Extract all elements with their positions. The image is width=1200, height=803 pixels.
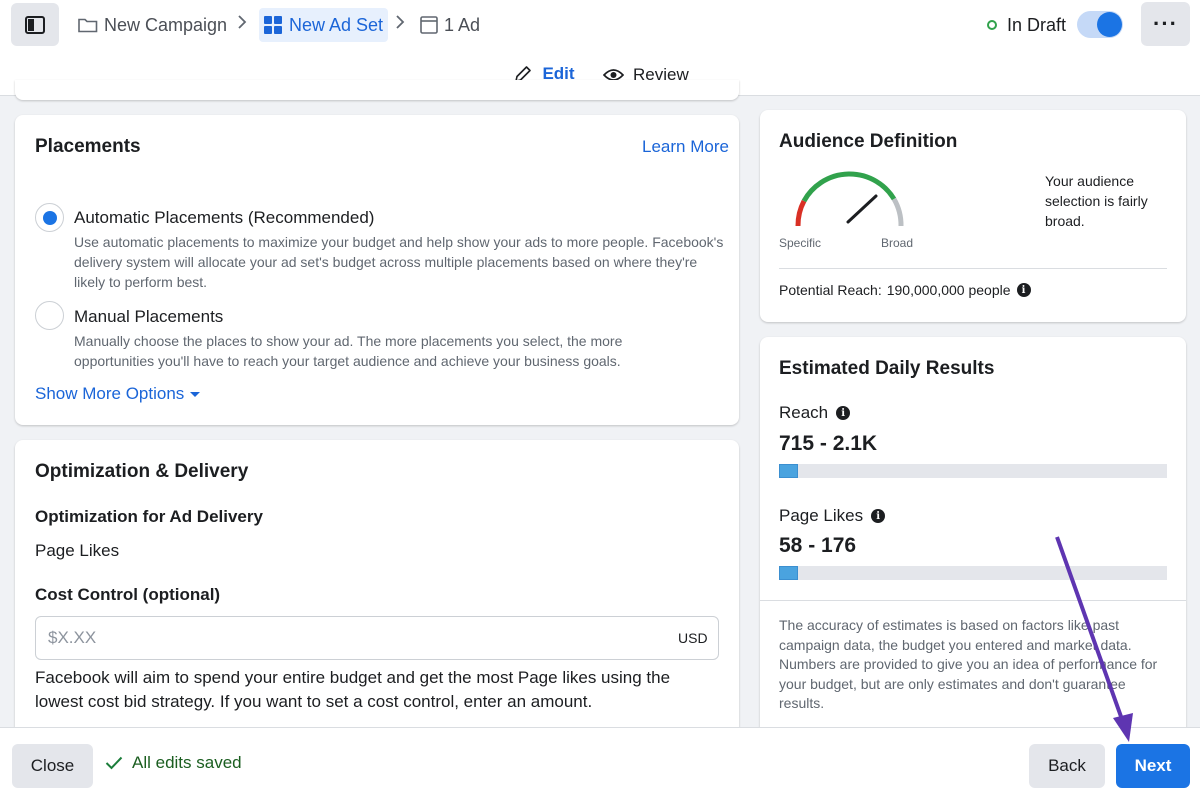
footer-bar: Close All edits saved Back Next <box>0 727 1200 803</box>
automatic-placements-label: Automatic Placements (Recommended) <box>74 208 374 228</box>
page-likes-label-text: Page Likes <box>779 506 863 526</box>
accuracy-note: The accuracy of estimates is based on fa… <box>779 616 1169 714</box>
currency-label: USD <box>678 630 708 646</box>
gauge-specific-label: Specific <box>779 236 821 250</box>
info-icon[interactable]: i <box>836 406 850 420</box>
breadcrumb-ad[interactable]: 1 Ad <box>420 8 480 42</box>
cost-control-heading: Cost Control (optional) <box>35 585 220 605</box>
back-button[interactable]: Back <box>1029 744 1105 788</box>
save-status: All edits saved <box>105 753 242 773</box>
show-more-options-button[interactable]: Show More Options <box>35 384 200 404</box>
potential-reach: Potential Reach: 190,000,000 people i <box>779 282 1031 298</box>
audience-summary: Your audience selection is fairly broad. <box>1045 171 1180 231</box>
placements-card: Placements Learn More Automatic Placemen… <box>15 115 739 425</box>
breadcrumb-ad-set[interactable]: New Ad Set <box>259 8 388 42</box>
close-button[interactable]: Close <box>12 744 93 788</box>
ad-delivery-heading: Optimization for Ad Delivery <box>35 507 263 527</box>
estimates-divider <box>760 600 1186 601</box>
page-likes-value: 58 - 176 <box>779 534 856 558</box>
gauge-broad-label: Broad <box>881 236 913 250</box>
more-options-button[interactable]: ··· <box>1141 2 1190 46</box>
caret-down-icon <box>190 392 200 397</box>
estimates-title: Estimated Daily Results <box>779 358 994 380</box>
ellipsis-icon: ··· <box>1153 11 1178 37</box>
breadcrumb-ad-set-label: New Ad Set <box>289 15 383 36</box>
breadcrumb-campaign-label: New Campaign <box>104 15 227 36</box>
audience-title: Audience Definition <box>779 131 957 153</box>
cost-control-description: Facebook will aim to spend your entire b… <box>35 666 715 714</box>
chevron-right-icon <box>395 14 405 35</box>
optimization-card: Optimization & Delivery Optimization for… <box>15 440 739 740</box>
placements-title: Placements <box>35 136 141 158</box>
potential-reach-value: 190,000,000 people <box>887 282 1011 298</box>
learn-more-link[interactable]: Learn More <box>642 137 729 157</box>
draft-status: In Draft <box>987 10 1066 40</box>
potential-reach-label: Potential Reach: <box>779 282 882 298</box>
reach-label: Reach i <box>779 403 850 423</box>
chevron-right-icon <box>237 14 247 35</box>
manual-placements-label: Manual Placements <box>74 307 223 327</box>
info-icon[interactable]: i <box>1017 283 1031 297</box>
manual-placements-radio[interactable] <box>35 301 64 330</box>
info-icon[interactable]: i <box>871 509 885 523</box>
reach-bar-fill <box>779 464 798 478</box>
automatic-placements-description: Use automatic placements to maximize you… <box>74 232 724 292</box>
page-likes-bar-fill <box>779 566 798 580</box>
ad-icon <box>420 16 438 34</box>
folder-icon <box>78 17 98 33</box>
reach-label-text: Reach <box>779 403 828 423</box>
audience-gauge <box>790 170 910 230</box>
draft-toggle[interactable] <box>1077 11 1123 38</box>
show-more-label: Show More Options <box>35 384 184 404</box>
cost-control-input[interactable] <box>35 616 719 660</box>
reach-bar <box>779 464 1167 478</box>
reach-value: 715 - 2.1K <box>779 432 877 456</box>
page-likes-label: Page Likes i <box>779 506 885 526</box>
audience-divider <box>779 268 1167 269</box>
automatic-placements-radio[interactable] <box>35 203 64 232</box>
ad-delivery-value[interactable]: Page Likes <box>35 541 119 561</box>
sidebar-icon <box>25 16 45 34</box>
checkmark-icon <box>105 756 123 770</box>
save-status-label: All edits saved <box>132 753 242 773</box>
estimated-results-card: Estimated Daily Results Reach i 715 - 2.… <box>760 337 1186 737</box>
grid-icon <box>263 15 283 35</box>
sidebar-toggle-button[interactable] <box>11 3 59 46</box>
status-label: In Draft <box>1007 15 1066 36</box>
toggle-knob <box>1097 12 1122 37</box>
optimization-title: Optimization & Delivery <box>35 461 248 483</box>
page-likes-bar <box>779 566 1167 580</box>
next-button[interactable]: Next <box>1116 744 1190 788</box>
audience-definition-card: Audience Definition Specific Broad Your … <box>760 110 1186 322</box>
status-dot-icon <box>987 20 997 30</box>
previous-card-edge <box>15 80 739 100</box>
breadcrumb-ad-label: 1 Ad <box>444 15 480 36</box>
breadcrumb-campaign[interactable]: New Campaign <box>78 8 227 42</box>
manual-placements-description: Manually choose the places to show your … <box>74 331 674 371</box>
